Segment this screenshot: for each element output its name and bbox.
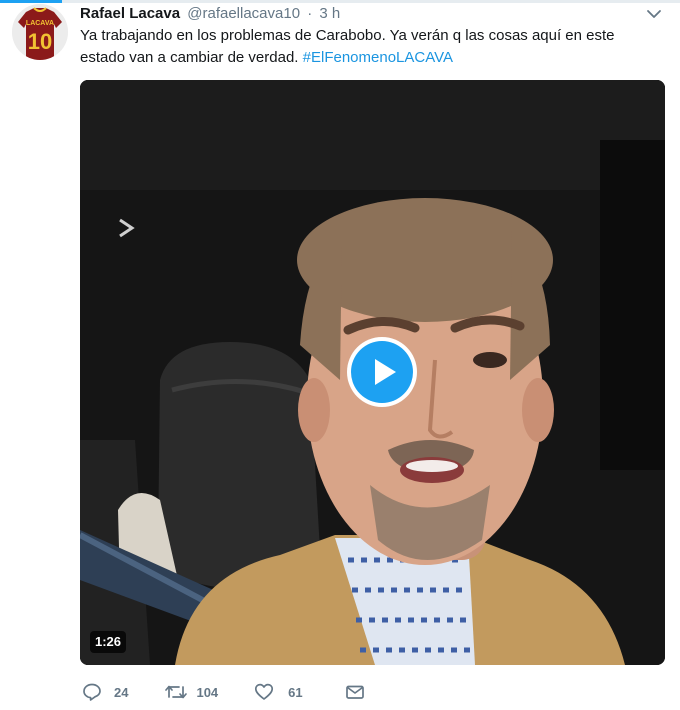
play-button[interactable] [347,337,417,407]
separator-dot: · [307,5,313,22]
tweet-header: Rafael Lacava @rafaellacava10 · 3 h [80,5,640,25]
reply-button[interactable]: 24 [82,682,128,702]
video-duration: 1:26 [90,631,127,653]
tweet-text: Ya trabajando en los problemas de Carabo… [80,25,650,69]
avatar-jersey-image: LACAVA 10 [12,4,68,60]
like-count: 61 [288,684,303,700]
author-name[interactable]: Rafael Lacava [80,5,180,22]
reply-icon [83,683,101,701]
author-handle[interactable]: @rafaellacava10 [187,5,300,22]
heart-icon [255,683,274,700]
tweet-actions: 24 104 61 [80,680,365,704]
hashtag-link[interactable]: #ElFenomenoLACAVA [303,49,453,66]
retweet-button[interactable]: 104 [164,682,218,702]
envelope-icon [345,685,364,699]
avatar-jersey-text: LACAVA [26,20,54,27]
like-button[interactable]: 61 [254,682,303,702]
reply-count: 24 [114,684,129,700]
play-icon [351,341,413,403]
video-player[interactable]: 1:26 [80,80,665,665]
top-border [0,0,680,3]
avatar[interactable]: LACAVA 10 [12,4,68,60]
chevron-down-icon[interactable] [646,6,662,22]
retweet-icon [165,685,188,699]
tweet-timestamp[interactable]: 3 h [319,5,340,22]
retweet-count: 104 [196,684,219,700]
direct-message-button[interactable] [345,682,365,702]
avatar-jersey-number: 10 [28,29,52,54]
